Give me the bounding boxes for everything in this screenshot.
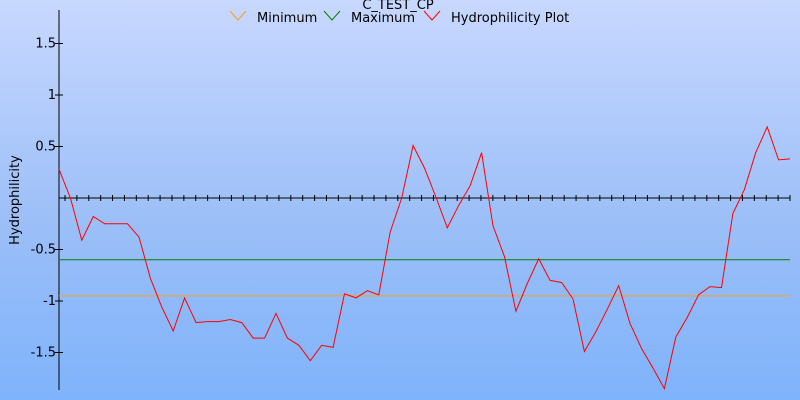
legend-icon-minimum <box>229 10 247 21</box>
hydrophilicity-chart: 1.510.5-0.5-1-1.5C_TEST_CPHydrophilicity… <box>8 0 791 390</box>
y-tick-label: 1 <box>48 88 56 103</box>
chart-container: 1.5 1 0.5 -0.5 -1 -1.5 C_TEST_CP Hydrophilicity… <box>0 0 800 400</box>
y-tick-label: -0.5 <box>31 243 56 258</box>
legend-label: Hydrophilicity Plot <box>451 11 569 26</box>
y-tick-label: 1.5 <box>35 37 56 52</box>
legend-label: Maximum <box>351 11 415 26</box>
y-tick-label: -1 <box>43 294 56 309</box>
hydrophilicity-plot-line <box>58 125 791 390</box>
y-axis-label: Hydrophilicity <box>8 155 23 245</box>
y-tick-label: -1.5 <box>31 346 56 361</box>
legend-icon-maximum <box>323 10 341 21</box>
legend-label: Minimum <box>257 11 317 26</box>
y-tick-label: 0.5 <box>35 140 56 155</box>
